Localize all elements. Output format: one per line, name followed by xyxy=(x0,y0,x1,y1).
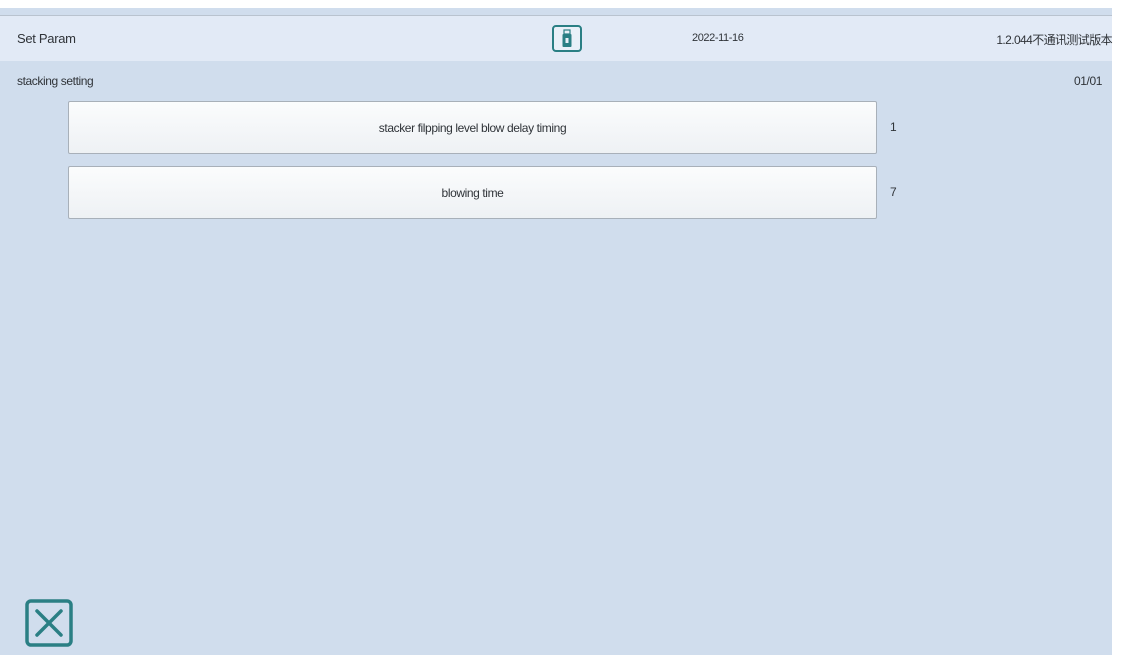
param-button-blow-delay[interactable]: stacker filpping level blow delay timing xyxy=(68,101,877,154)
param-list: stacker filpping level blow delay timing… xyxy=(68,101,908,231)
param-button-blowing-time[interactable]: blowing time xyxy=(68,166,877,219)
section-title: stacking setting xyxy=(17,74,94,88)
header-date: 2022-11-16 xyxy=(692,32,744,44)
version-label: 1.2.044不通讯测试版本 xyxy=(996,33,1112,47)
param-row: blowing time 7 xyxy=(68,166,908,220)
param-value: 1 xyxy=(890,120,897,134)
screen: Set Param 2022-11-16 1.2.044不通讯测试版本 stac… xyxy=(0,0,1113,655)
header-bar: Set Param 2022-11-16 1.2.044不通讯测试版本 xyxy=(0,16,1113,61)
param-row: stacker filpping level blow delay timing… xyxy=(68,101,908,155)
page-indicator: 01/01 xyxy=(1073,74,1102,88)
close-button[interactable] xyxy=(25,599,73,647)
usb-drive-icon[interactable] xyxy=(552,25,582,52)
param-value: 7 xyxy=(890,185,897,199)
page-title: Set Param xyxy=(17,31,76,46)
close-box-icon xyxy=(25,599,73,647)
